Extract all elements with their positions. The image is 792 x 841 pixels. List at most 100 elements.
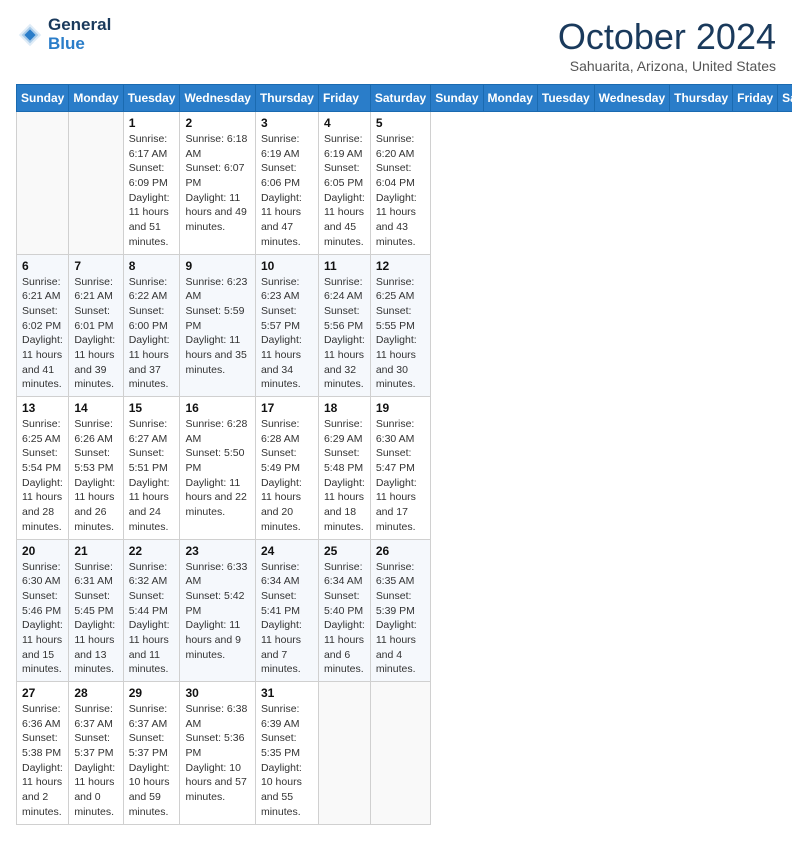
calendar-cell: 19Sunrise: 6:30 AMSunset: 5:47 PMDayligh… [370, 397, 430, 540]
cell-details: Sunrise: 6:34 AMSunset: 5:41 PMDaylight:… [261, 560, 313, 678]
daylight-text: Daylight: 11 hours and 17 minutes. [376, 476, 425, 535]
header-thursday: Thursday [670, 85, 733, 112]
day-number: 6 [22, 259, 63, 273]
cell-details: Sunrise: 6:25 AMSunset: 5:54 PMDaylight:… [22, 417, 63, 535]
daylight-text: Daylight: 11 hours and 49 minutes. [185, 191, 249, 235]
calendar-cell: 25 Sunrise: 6:34 AMSunset: 5:40 PMDayligh… [318, 539, 370, 682]
day-number: 29 [129, 686, 175, 700]
header-saturday: Saturday [778, 85, 792, 112]
calendar-cell: 12Sunrise: 6:25 AMSunset: 5:55 PMDayligh… [370, 254, 430, 397]
sunrise-text: Sunrise: 6:31 AM [74, 560, 117, 589]
logo: General Blue [16, 16, 111, 53]
daylight-text: Daylight: 11 hours and 24 minutes. [129, 476, 175, 535]
sunrise-text: Sunrise: 6:37 AM [74, 702, 117, 731]
calendar-cell: 18Sunrise: 6:29 AMSunset: 5:48 PMDayligh… [318, 397, 370, 540]
daylight-text: Daylight: 11 hours and 30 minutes. [376, 333, 425, 392]
sunrise-text: Sunrise: 6:24 AM [324, 275, 365, 304]
sunset-text: Sunset: 6:06 PM [261, 161, 313, 190]
sunrise-text: Sunrise: 6:39 AM [261, 702, 313, 731]
cell-details: Sunrise: 6:34 AMSunset: 5:40 PMDaylight:… [324, 560, 365, 678]
sunset-text: Sunset: 5:47 PM [376, 446, 425, 475]
calendar-week-row: 6Sunrise: 6:21 AMSunset: 6:02 PMDaylight… [17, 254, 792, 397]
day-number: 25 [324, 544, 365, 558]
sunset-text: Sunset: 6:01 PM [74, 304, 117, 333]
header-friday: Friday [733, 85, 778, 112]
calendar-cell: 26Sunrise: 6:35 AMSunset: 5:39 PMDayligh… [370, 539, 430, 682]
sunset-text: Sunset: 5:59 PM [185, 304, 249, 333]
daylight-text: Daylight: 11 hours and 4 minutes. [376, 618, 425, 677]
cell-details: Sunrise: 6:28 AMSunset: 5:49 PMDaylight:… [261, 417, 313, 535]
calendar-header-row: SundayMondayTuesdayWednesdayThursdayFrid… [17, 85, 792, 112]
cell-details: Sunrise: 6:21 AMSunset: 6:01 PMDaylight:… [74, 275, 117, 393]
sunset-text: Sunset: 5:48 PM [324, 446, 365, 475]
daylight-text: Daylight: 10 hours and 57 minutes. [185, 761, 249, 805]
header-day-friday: Friday [318, 85, 370, 112]
sunset-text: Sunset: 5:51 PM [129, 446, 175, 475]
sunset-text: Sunset: 5:40 PM [324, 589, 365, 618]
calendar-cell: 1Sunrise: 6:17 AMSunset: 6:09 PMDaylight… [123, 112, 180, 255]
cell-details: Sunrise: 6:35 AMSunset: 5:39 PMDaylight:… [376, 560, 425, 678]
sunset-text: Sunset: 5:54 PM [22, 446, 63, 475]
header-day-monday: Monday [69, 85, 123, 112]
day-number: 11 [324, 259, 365, 273]
sunrise-text: Sunrise: 6:19 AM [324, 132, 365, 161]
sunset-text: Sunset: 5:35 PM [261, 731, 313, 760]
sunrise-text: Sunrise: 6:25 AM [376, 275, 425, 304]
calendar-cell: 27Sunrise: 6:36 AMSunset: 5:38 PMDayligh… [17, 682, 69, 825]
day-number: 8 [129, 259, 175, 273]
header-day-wednesday: Wednesday [180, 85, 255, 112]
daylight-text: Daylight: 11 hours and 45 minutes. [324, 191, 365, 250]
sunset-text: Sunset: 5:37 PM [129, 731, 175, 760]
sunset-text: Sunset: 5:41 PM [261, 589, 313, 618]
daylight-text: Daylight: 11 hours and 41 minutes. [22, 333, 63, 392]
cell-details: Sunrise: 6:31 AMSunset: 5:45 PMDaylight:… [74, 560, 117, 678]
sunset-text: Sunset: 5:36 PM [185, 731, 249, 760]
sunset-text: Sunset: 5:57 PM [261, 304, 313, 333]
cell-details: Sunrise: 6:30 AMSunset: 5:47 PMDaylight:… [376, 417, 425, 535]
daylight-text: Daylight: 11 hours and 51 minutes. [129, 191, 175, 250]
sunrise-text: Sunrise: 6:33 AM [185, 560, 249, 589]
sunset-text: Sunset: 5:53 PM [74, 446, 117, 475]
cell-details: Sunrise: 6:21 AMSunset: 6:02 PMDaylight:… [22, 275, 63, 393]
cell-details: Sunrise: 6:37 AMSunset: 5:37 PMDaylight:… [74, 702, 117, 820]
day-number: 22 [129, 544, 175, 558]
cell-details: Sunrise: 6:25 AMSunset: 5:55 PMDaylight:… [376, 275, 425, 393]
calendar-cell: 3Sunrise: 6:19 AMSunset: 6:06 PMDaylight… [255, 112, 318, 255]
calendar-week-row: 27Sunrise: 6:36 AMSunset: 5:38 PMDayligh… [17, 682, 792, 825]
sunrise-text: Sunrise: 6:34 AM [324, 560, 365, 589]
day-number: 31 [261, 686, 313, 700]
daylight-text: Daylight: 11 hours and 32 minutes. [324, 333, 365, 392]
sunrise-text: Sunrise: 6:18 AM [185, 132, 249, 161]
sunrise-text: Sunrise: 6:27 AM [129, 417, 175, 446]
calendar-cell: 24Sunrise: 6:34 AMSunset: 5:41 PMDayligh… [255, 539, 318, 682]
calendar-cell: 31Sunrise: 6:39 AMSunset: 5:35 PMDayligh… [255, 682, 318, 825]
sunrise-text: Sunrise: 6:21 AM [74, 275, 117, 304]
logo-icon [16, 21, 44, 49]
sunset-text: Sunset: 6:09 PM [129, 161, 175, 190]
day-number: 28 [74, 686, 117, 700]
calendar-table: SundayMondayTuesdayWednesdayThursdayFrid… [16, 84, 792, 825]
logo-line1: General [48, 16, 111, 35]
daylight-text: Daylight: 11 hours and 18 minutes. [324, 476, 365, 535]
location-subtitle: Sahuarita, Arizona, United States [558, 58, 776, 74]
daylight-text: Daylight: 11 hours and 11 minutes. [129, 618, 175, 677]
day-number: 15 [129, 401, 175, 415]
day-number: 21 [74, 544, 117, 558]
daylight-text: Daylight: 11 hours and 35 minutes. [185, 333, 249, 377]
daylight-text: Daylight: 11 hours and 37 minutes. [129, 333, 175, 392]
header-sunday: Sunday [431, 85, 483, 112]
calendar-week-row: 20Sunrise: 6:30 AMSunset: 5:46 PMDayligh… [17, 539, 792, 682]
calendar-cell: 8Sunrise: 6:22 AMSunset: 6:00 PMDaylight… [123, 254, 180, 397]
sunset-text: Sunset: 6:02 PM [22, 304, 63, 333]
calendar-cell: 4Sunrise: 6:19 AMSunset: 6:05 PMDaylight… [318, 112, 370, 255]
day-number: 3 [261, 116, 313, 130]
day-number: 7 [74, 259, 117, 273]
cell-details: Sunrise: 6:27 AMSunset: 5:51 PMDaylight:… [129, 417, 175, 535]
title-block: October 2024 Sahuarita, Arizona, United … [558, 16, 776, 74]
calendar-cell: 16Sunrise: 6:28 AMSunset: 5:50 PMDayligh… [180, 397, 255, 540]
day-number: 20 [22, 544, 63, 558]
calendar-cell [69, 112, 123, 255]
cell-details: Sunrise: 6:33 AMSunset: 5:42 PMDaylight:… [185, 560, 249, 663]
cell-details: Sunrise: 6:24 AMSunset: 5:56 PMDaylight:… [324, 275, 365, 393]
calendar-cell: 11 Sunrise: 6:24 AMSunset: 5:56 PMDayligh… [318, 254, 370, 397]
